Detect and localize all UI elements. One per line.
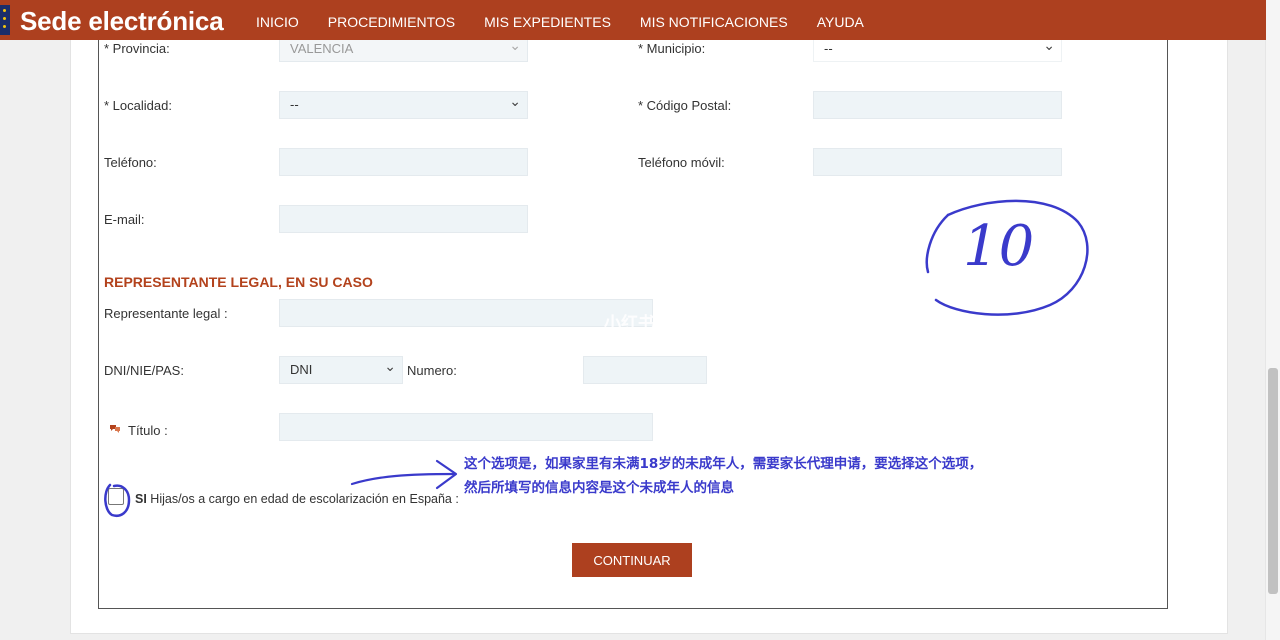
dni-type-select[interactable]: DNI	[279, 353, 403, 384]
localidad-label: * Localidad:	[104, 98, 172, 113]
nav-mis-expedientes[interactable]: MIS EXPEDIENTES	[484, 14, 611, 30]
dni-label: DNI/NIE/PAS:	[104, 363, 184, 378]
representante-legal-input[interactable]	[279, 299, 653, 327]
titulo-input[interactable]	[279, 413, 653, 441]
municipio-select[interactable]: --	[813, 35, 1062, 62]
nav-inicio[interactable]: INICIO	[256, 14, 299, 30]
codigo-postal-input[interactable]	[813, 91, 1062, 119]
continue-button[interactable]: CONTINUAR	[572, 543, 692, 577]
watermark-text: 小红书	[604, 314, 655, 333]
telefono-label: Teléfono:	[104, 155, 157, 170]
provincia-select[interactable]: VALENCIA	[279, 35, 528, 62]
email-label: E-mail:	[104, 212, 145, 227]
vertical-scrollbar[interactable]	[1265, 0, 1280, 640]
titulo-label: Título :	[128, 423, 168, 438]
localidad-select[interactable]: --	[279, 88, 528, 119]
telefono-input[interactable]	[279, 148, 528, 176]
annotation-note: 这个选项是，如果家里有未满18岁的未成年人，需要家长代理申请，要选择这个选项，然…	[464, 456, 983, 496]
provincia-label: * Provincia:	[104, 41, 170, 56]
email-input[interactable]	[279, 205, 528, 233]
nav-mis-notificaciones[interactable]: MIS NOTIFICACIONES	[640, 14, 788, 30]
hijas-checkbox-label: SI Hijas/os a cargo en edad de escolariz…	[135, 492, 459, 506]
nav-procedimientos[interactable]: PROCEDIMIENTOS	[328, 14, 455, 30]
telefono-movil-input[interactable]	[813, 148, 1062, 176]
speech-bubble-icon	[110, 425, 120, 433]
numero-label: Numero:	[407, 363, 457, 378]
numero-input[interactable]	[583, 356, 707, 384]
telefono-movil-label: Teléfono móvil:	[638, 155, 725, 170]
representante-legal-label: Representante legal :	[104, 306, 228, 321]
nav-ayuda[interactable]: AYUDA	[817, 14, 864, 30]
scrollbar-thumb[interactable]	[1268, 368, 1278, 594]
hijas-checkbox[interactable]	[108, 488, 124, 505]
main-nav: INICIO PROCEDIMIENTOS MIS EXPEDIENTES MI…	[256, 14, 893, 30]
eu-flag-icon	[0, 5, 10, 35]
codigo-postal-label: * Código Postal:	[638, 98, 732, 113]
representante-section-title: REPRESENTANTE LEGAL, EN SU CASO	[104, 274, 373, 290]
municipio-label: * Municipio:	[638, 41, 706, 56]
top-navbar: Sede electrónica INICIO PROCEDIMIENTOS M…	[0, 0, 1266, 40]
site-title[interactable]: Sede electrónica	[20, 6, 224, 37]
